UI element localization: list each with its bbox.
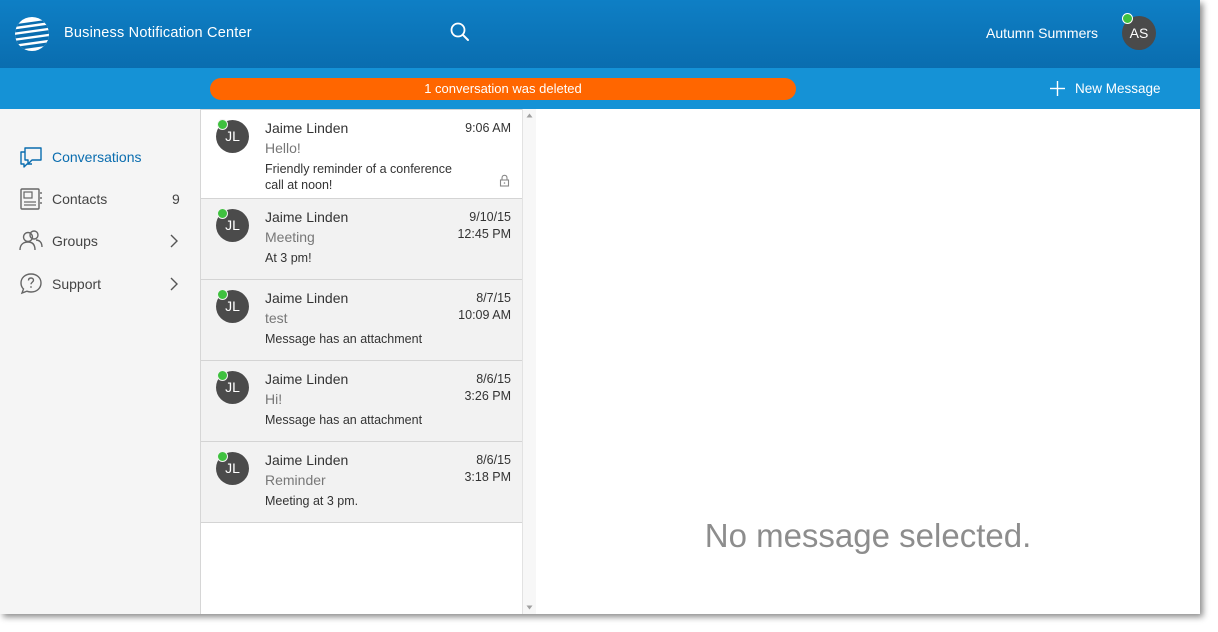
conversation-time-line: 12:45 PM [457,227,511,241]
contact-avatar: JL [216,208,249,242]
avatar-initials: JL [225,217,240,233]
message-detail-pane: No message selected. [536,109,1200,614]
conversation-date-line: 9:06 AM [465,121,511,135]
sidebar-item-label: Contacts [52,191,108,207]
conversation-preview: Message has an attachment [265,413,423,427]
conversation-item[interactable]: JL Jaime Linden test Message has an atta… [201,280,522,361]
conversation-date-line: 8/6/15 [476,372,511,386]
att-globe-logo [15,17,49,51]
sidebar-item-label: Support [52,276,102,292]
app-window: Business Notification Center Autumn Summ… [0,0,1200,614]
conversation-time-line: 10:09 AM [458,308,511,322]
deleted-notification-banner: 1 conversation was deleted [210,78,796,100]
new-message-label: New Message [1075,81,1161,96]
online-status-dot [217,119,228,130]
support-icon [20,273,42,295]
conversation-date: 9:06 AM [465,120,511,137]
user-name[interactable]: Autumn Summers [986,25,1098,41]
avatar-initials: AS [1129,25,1149,41]
empty-state-text: No message selected. [704,517,1032,554]
app-title: Business Notification Center [64,25,252,41]
conversation-date-line: 9/10/15 [469,210,511,224]
avatar-initials: JL [225,128,240,144]
online-status-dot [1122,13,1133,24]
conversation-subject: Hi! [265,391,283,407]
contact-avatar: JL [216,451,249,485]
contacts-icon [20,188,42,210]
conversation-date-line: 8/6/15 [476,453,511,467]
sidebar: Conversations Contacts 9 Groups Support [0,109,201,614]
conversation-date: 8/6/15 3:18 PM [464,452,511,486]
sub-header-bar: 1 conversation was deleted New Message [0,68,1200,109]
contact-avatar: JL [216,370,249,404]
contacts-count: 9 [172,191,180,207]
conversation-item[interactable]: JL Jaime Linden Hello! Friendly reminder… [201,109,522,199]
search-icon[interactable] [448,20,472,44]
contact-avatar: JL [216,119,249,153]
conversation-item[interactable]: JL Jaime Linden Meeting At 3 pm! 9/10/15… [201,199,522,280]
top-header: Business Notification Center Autumn Summ… [0,0,1200,68]
conversation-subject: Reminder [265,472,326,488]
online-status-dot [217,208,228,219]
conversation-time-line: 3:18 PM [464,470,511,484]
conversation-preview: Message has an attachment [265,332,423,346]
conversation-date: 9/10/15 12:45 PM [457,209,511,243]
conversation-list: JL Jaime Linden Hello! Friendly reminder… [201,109,522,614]
conversation-sender: Jaime Linden [265,209,349,225]
conversation-preview: Meeting at 3 pm. [265,494,359,508]
conversation-item[interactable]: JL Jaime Linden Hi! Message has an attac… [201,361,522,442]
chevron-right-icon [170,277,178,291]
plus-icon [1050,81,1065,96]
sidebar-item-groups[interactable]: Groups [0,224,200,258]
scroll-up-arrow-icon[interactable] [525,111,534,120]
conversation-subject: test [265,310,288,326]
online-status-dot [217,370,228,381]
conversations-icon [20,147,42,168]
avatar-initials: JL [225,298,240,314]
sidebar-item-contacts[interactable]: Contacts 9 [0,182,200,216]
lock-icon [499,174,510,187]
conversation-sender: Jaime Linden [265,452,349,468]
sidebar-item-label: Conversations [52,149,142,165]
chevron-right-icon [170,234,178,248]
conversation-list-scrollbar[interactable] [522,109,537,614]
sidebar-item-conversations[interactable]: Conversations [0,140,200,174]
conversation-subject: Meeting [265,229,315,245]
sidebar-item-label: Groups [52,233,98,249]
conversation-date: 8/6/15 3:26 PM [464,371,511,405]
groups-icon [19,230,43,251]
conversation-time-line: 3:26 PM [464,389,511,403]
scroll-down-arrow-icon[interactable] [525,603,534,612]
conversation-preview: Friendly reminder of a conference call a… [265,162,452,192]
contact-avatar: JL [216,289,249,323]
sidebar-item-support[interactable]: Support [0,267,200,301]
conversation-subject: Hello! [265,140,301,156]
new-message-button[interactable]: New Message [1049,80,1161,97]
avatar-initials: JL [225,379,240,395]
avatar-initials: JL [225,460,240,476]
conversation-sender: Jaime Linden [265,371,349,387]
online-status-dot [217,451,228,462]
conversation-sender: Jaime Linden [265,120,349,136]
conversation-preview: At 3 pm! [265,251,312,265]
online-status-dot [217,289,228,300]
conversation-date: 8/7/15 10:09 AM [458,290,511,324]
conversation-item[interactable]: JL Jaime Linden Reminder Meeting at 3 pm… [201,442,522,523]
conversation-date-line: 8/7/15 [476,291,511,305]
conversation-sender: Jaime Linden [265,290,349,306]
user-avatar[interactable]: AS [1122,13,1156,50]
